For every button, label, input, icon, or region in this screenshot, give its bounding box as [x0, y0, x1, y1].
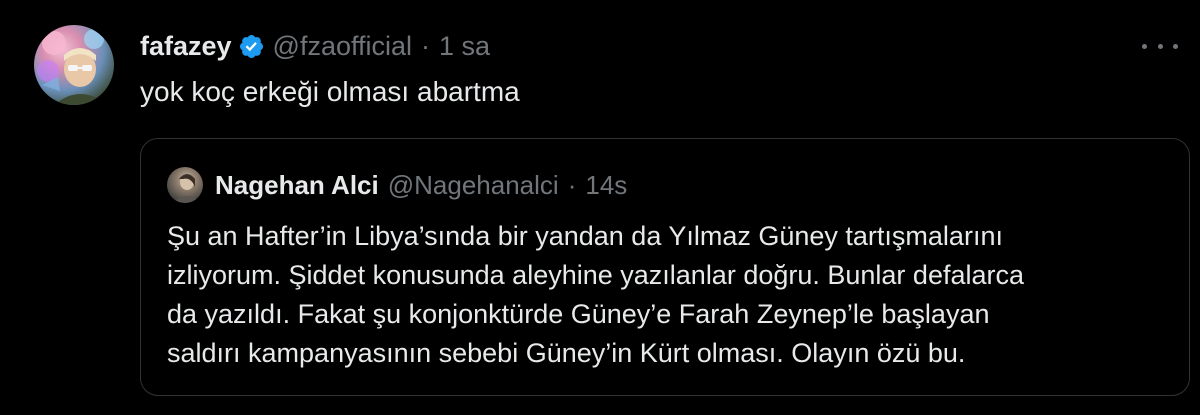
- quoted-text-line: saldırı kampanyasının sebebi Güney’in Kü…: [167, 338, 966, 368]
- quoted-text-line: Şu an Hafter’in Libya’sında bir yandan d…: [167, 221, 1003, 251]
- quoted-tweet[interactable]: Nagehan Alci @Nagehanalci · 14s Şu an Ha…: [140, 138, 1190, 396]
- separator-dot: ·: [421, 30, 431, 61]
- quoted-avatar-image-icon: [173, 174, 201, 203]
- more-dot-1: [1142, 43, 1147, 49]
- quoted-tweet-timestamp[interactable]: 14s: [585, 170, 627, 201]
- more-dot-3: [1173, 43, 1178, 49]
- quoted-author-avatar[interactable]: [167, 167, 203, 203]
- more-dot-2: [1157, 43, 1163, 49]
- quoted-tweet-text: Şu an Hafter’in Libya’sında bir yandan d…: [167, 217, 1167, 373]
- more-options-icon[interactable]: [1142, 36, 1178, 56]
- quoted-text-line: da yazıldı. Fakat şu konjonktürde Güney’…: [167, 299, 990, 329]
- quoted-author-handle[interactable]: @Nagehanalci: [388, 170, 559, 201]
- quoted-tweet-header: Nagehan Alci @Nagehanalci · 14s: [167, 167, 627, 203]
- tweet-text: yok koç erkeği olması abartma: [140, 76, 520, 107]
- author-handle[interactable]: @fzaofficial: [273, 31, 412, 62]
- avatar-image-icon: [37, 29, 108, 105]
- author-display-name[interactable]: fafazey: [140, 31, 232, 62]
- verified-badge-icon: [239, 34, 263, 58]
- tweet-header: fafazey @fzaofficial · 1 sa: [140, 28, 490, 64]
- tweet-timestamp[interactable]: 1 sa: [439, 31, 490, 62]
- author-avatar[interactable]: [34, 25, 114, 105]
- tweet-card[interactable]: fafazey @fzaofficial · 1 sa yok koç erke…: [0, 0, 1200, 415]
- quoted-text-line: izliyorum. Şiddet konusunda aleyhine yaz…: [167, 260, 1024, 290]
- quoted-separator-dot: ·: [567, 169, 577, 200]
- quoted-author-display-name[interactable]: Nagehan Alci: [215, 170, 379, 201]
